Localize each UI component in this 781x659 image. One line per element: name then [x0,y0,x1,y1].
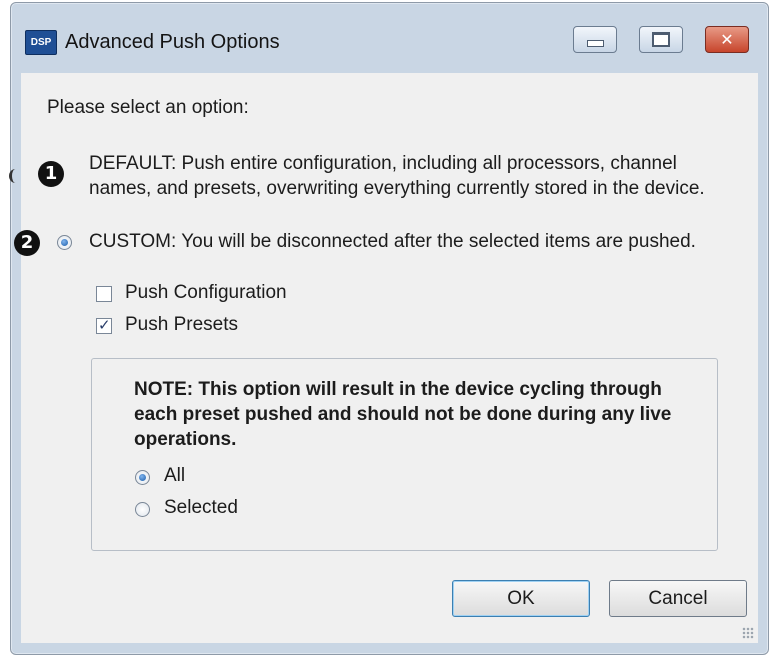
option-custom-label[interactable]: CUSTOM: You will be disconnected after t… [89,231,696,253]
checkbox-push-presets[interactable] [96,316,112,334]
window-title: Advanced Push Options [65,31,280,53]
cancel-button[interactable]: Cancel [609,580,747,617]
app-icon: DSP [25,30,57,55]
radio-default-partial[interactable] [9,169,22,183]
radio-custom[interactable] [57,235,72,250]
close-icon: ✕ [720,30,734,49]
note-groupbox: NOTE: This option will result in the dev… [91,358,718,551]
dialog-body: Please select an option: 1 DEFAULT: Push… [9,73,758,643]
minimize-button[interactable] [573,26,617,53]
radio-selected[interactable] [135,502,150,517]
callout-marker-1: 1 [38,161,64,187]
maximize-icon [640,27,682,52]
radio-all[interactable] [135,470,150,485]
prompt-label: Please select an option: [47,97,249,118]
push-presets-label[interactable]: Push Presets [125,314,238,336]
maximize-button[interactable] [639,26,683,53]
title-bar[interactable]: DSP Advanced Push Options ✕ [11,3,768,73]
option-default-label[interactable]: DEFAULT: Push entire configuration, incl… [89,151,739,201]
ok-button[interactable]: OK [452,580,590,617]
selected-label[interactable]: Selected [164,497,238,519]
minimize-icon [574,27,616,52]
callout-marker-2: 2 [14,230,40,256]
close-button[interactable]: ✕ [705,26,749,53]
push-configuration-label[interactable]: Push Configuration [125,282,287,304]
advanced-push-options-dialog: DSP Advanced Push Options ✕ Please selec… [9,2,769,655]
all-label[interactable]: All [164,465,185,487]
note-text: NOTE: This option will result in the dev… [134,379,672,450]
checkbox-push-configuration[interactable] [96,286,112,302]
resize-grip-icon[interactable] [742,627,754,639]
